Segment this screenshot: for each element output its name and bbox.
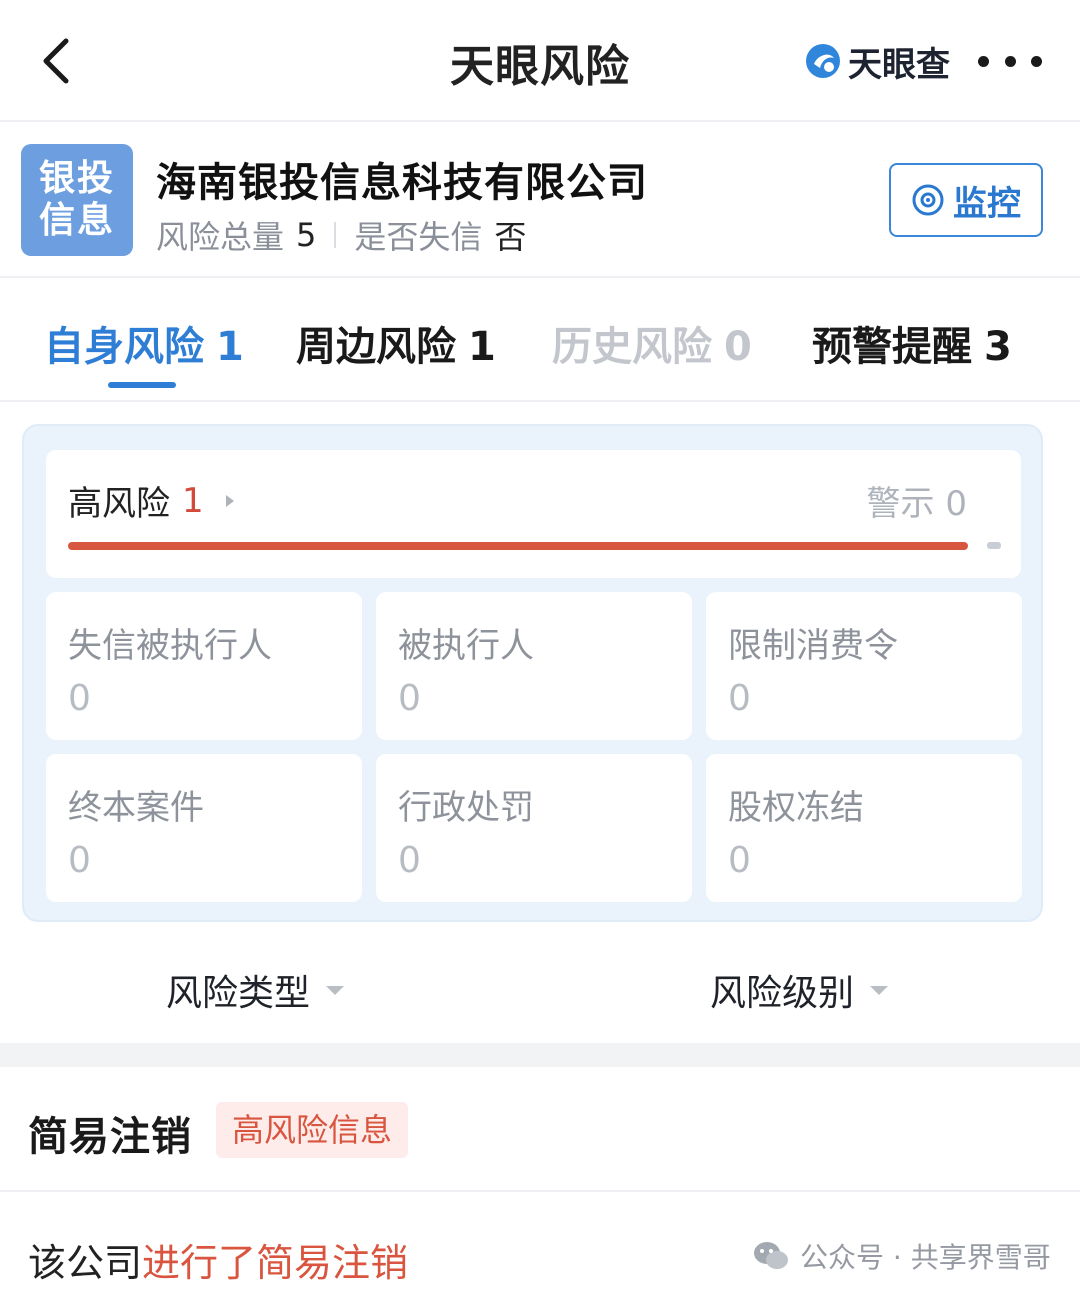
risk-cell-executed[interactable]: 被执行人 0 (376, 592, 692, 740)
risk-cell-terminated-cases[interactable]: 终本案件 0 (46, 754, 362, 902)
cell-name: 被执行人 (398, 626, 534, 666)
tab-surrounding-risk[interactable]: 周边风险 1 (296, 314, 496, 372)
cell-value: 0 (728, 840, 751, 881)
more-dot (1004, 55, 1016, 67)
caret-down-icon (870, 985, 889, 995)
tab-warning-alerts[interactable]: 预警提醒 3 (812, 314, 1012, 372)
more-dots-icon (978, 55, 989, 67)
logo-line-1: 银投 (38, 158, 115, 199)
meta-divider (334, 222, 337, 248)
record-title: 简易注销 (28, 1114, 192, 1160)
risk-page: 天眼风险 天眼查 银投 信息 海南银投信息科技有限公司 风险总量 5 是否失信 … (0, 0, 1080, 1299)
risk-cell-dishonest-executed[interactable]: 失信被执行人 0 (46, 592, 362, 740)
record-body-highlight: 进行了简易注销 (142, 1241, 409, 1285)
more-button[interactable] (978, 50, 1042, 72)
cell-value: 0 (68, 678, 91, 719)
cell-name: 行政处罚 (398, 788, 534, 828)
record-description: 该公司进行了简易注销 (28, 1232, 408, 1287)
more-dot (1031, 55, 1042, 67)
tab-label: 自身风险 (44, 324, 204, 370)
risk-cell-admin-penalty[interactable]: 行政处罚 0 (376, 754, 692, 902)
filter-bar: 风险类型 风险级别 (0, 940, 1080, 1040)
risk-cell-equity-freeze[interactable]: 股权冻结 0 (706, 754, 1022, 902)
high-risk-bar (68, 542, 968, 550)
warning-count: 0 (945, 484, 967, 524)
wechat-icon (754, 1242, 788, 1269)
brand-name: 天眼查 (848, 44, 950, 85)
tab-label: 预警提醒 (812, 324, 972, 370)
watermark: 公众号 · 共享界雪哥 (752, 1236, 1051, 1276)
tianyancha-logo-icon (806, 44, 840, 78)
risk-cell-consumption-limit[interactable]: 限制消费令 0 (706, 592, 1022, 740)
cell-name: 失信被执行人 (68, 626, 272, 666)
cell-value: 0 (728, 678, 751, 719)
record-header[interactable]: 简易注销 高风险信息 (0, 1068, 1080, 1192)
active-tab-indicator (108, 382, 176, 388)
company-header: 银投 信息 海南银投信息科技有限公司 风险总量 5 是否失信 否 监控 (0, 124, 1080, 278)
cell-name: 股权冻结 (728, 788, 864, 828)
monitor-button[interactable]: 监控 (889, 163, 1043, 237)
high-risk-card[interactable]: 高风险 1 警示 0 (46, 450, 1021, 578)
monitor-eye-icon (912, 184, 944, 216)
caret-right-icon (225, 494, 234, 507)
brand-logo: 天眼查 (804, 38, 950, 85)
company-name[interactable]: 海南银投信息科技有限公司 (156, 150, 648, 208)
caret-down-icon (326, 985, 345, 995)
tab-label: 历史风险 (552, 324, 712, 370)
watermark-text: 公众号 · 共享界雪哥 (800, 1241, 1051, 1274)
nav-bar: 天眼风险 天眼查 (0, 0, 1080, 122)
company-logo: 银投 信息 (21, 144, 133, 256)
risk-bar-track (68, 542, 968, 550)
warning-text: 警示 (866, 484, 935, 524)
filter-label: 风险级别 (710, 973, 855, 1014)
record-body-prefix: 该公司 (28, 1241, 143, 1285)
tab-label: 周边风险 (296, 324, 456, 370)
high-risk-count: 1 (182, 480, 204, 521)
tab-count: 0 (724, 324, 752, 370)
cell-value: 0 (68, 840, 91, 881)
warning-bar (987, 542, 1001, 549)
company-meta: 风险总量 5 是否失信 否 (156, 212, 526, 258)
dishonest-label: 是否失信 (354, 218, 483, 256)
risk-level-filter[interactable]: 风险级别 (710, 964, 889, 1016)
cell-value: 0 (398, 840, 421, 881)
risk-summary-panel: 高风险 1 警示 0 失信被执行人 0 被执行人 0 限制消费令 0 终本案件 … (22, 424, 1043, 922)
tab-history-risk[interactable]: 历史风险 0 (552, 314, 752, 372)
logo-line-2: 信息 (38, 200, 115, 241)
risk-type-filter[interactable]: 风险类型 (166, 964, 345, 1016)
filter-label: 风险类型 (166, 973, 311, 1014)
tab-count: 3 (984, 324, 1012, 370)
tab-self-risk[interactable]: 自身风险 1 (44, 314, 244, 372)
section-divider (0, 1043, 1080, 1067)
cell-name: 终本案件 (68, 788, 204, 828)
risk-total-value: 5 (296, 216, 317, 254)
tab-count: 1 (468, 324, 496, 370)
high-risk-label: 高风险 1 (68, 476, 234, 525)
warning-label: 警示 0 (867, 476, 967, 525)
high-risk-text: 高风险 (68, 484, 170, 524)
monitor-label: 监控 (953, 183, 1021, 224)
cell-name: 限制消费令 (728, 626, 898, 666)
risk-total-label: 风险总量 (156, 218, 285, 256)
tab-count: 1 (216, 324, 244, 370)
risk-tabs: 自身风险 1 周边风险 1 历史风险 0 预警提醒 3 (0, 278, 1080, 402)
dishonest-value: 否 (494, 218, 527, 256)
cell-value: 0 (398, 678, 421, 719)
record-risk-tag: 高风险信息 (216, 1102, 409, 1158)
